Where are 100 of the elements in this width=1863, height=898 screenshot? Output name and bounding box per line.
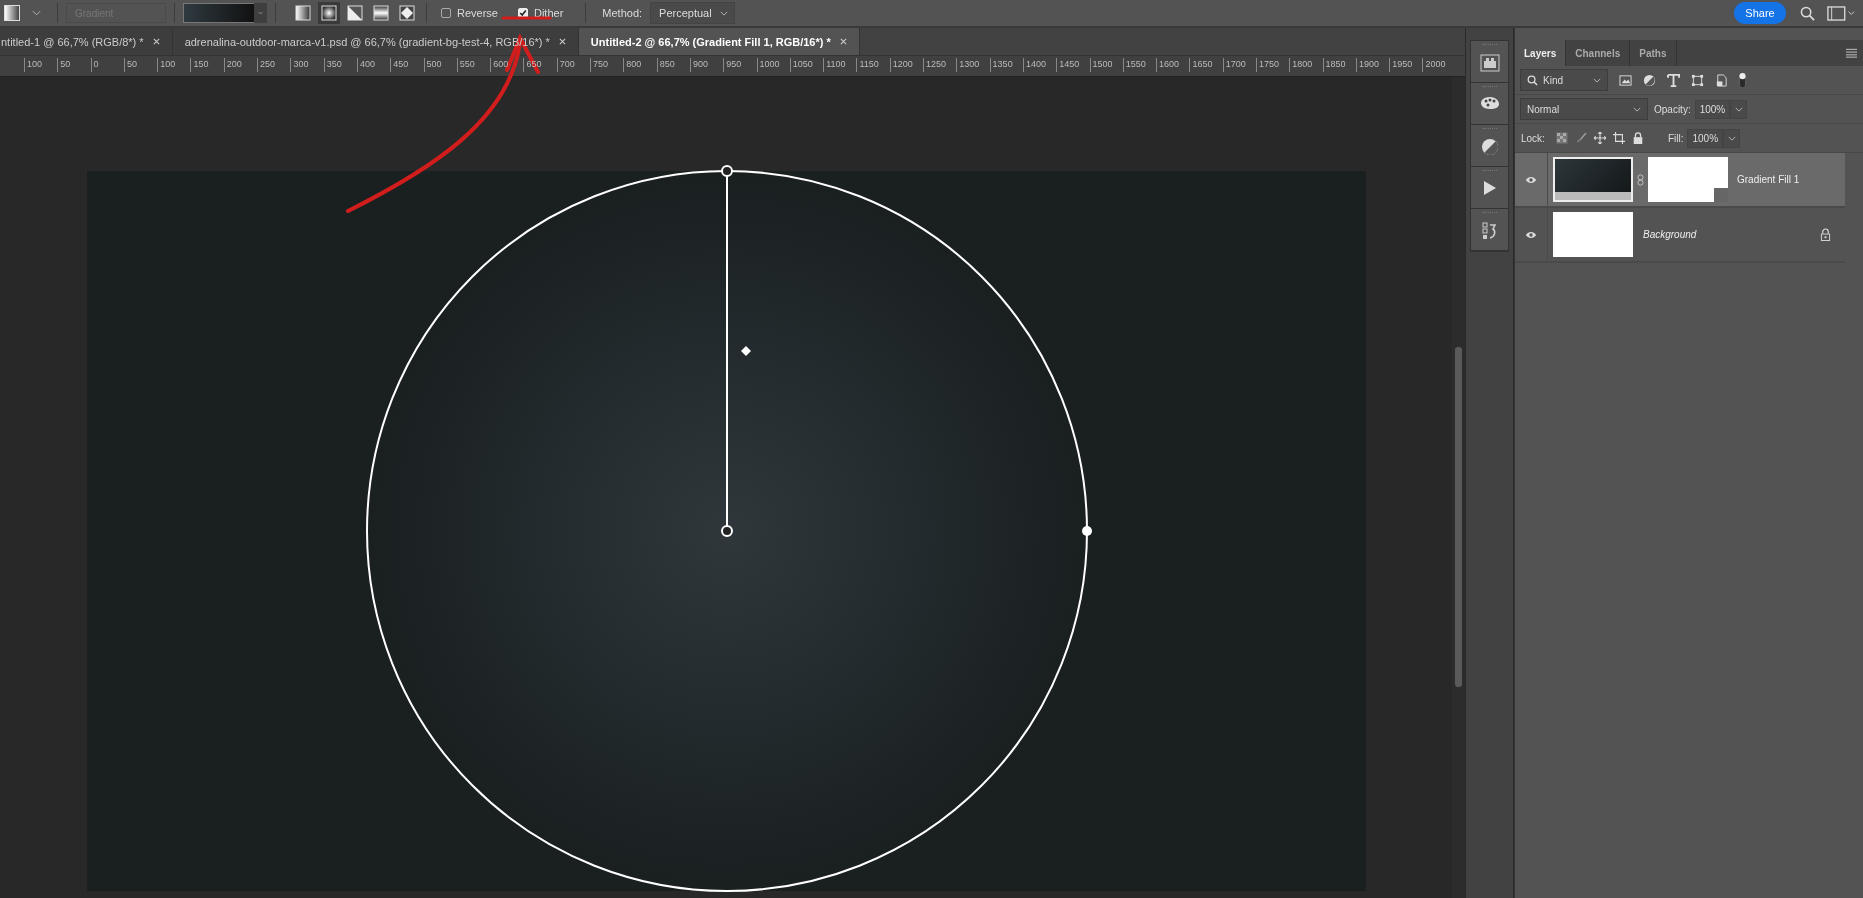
- eye-icon[interactable]: [1525, 230, 1537, 239]
- share-button[interactable]: Share: [1734, 2, 1786, 24]
- shape-filter-icon[interactable]: [1691, 73, 1704, 87]
- gradient-handle[interactable]: [721, 165, 733, 177]
- ruler-label: 1750: [1256, 58, 1290, 72]
- lock-icon[interactable]: [1820, 228, 1831, 241]
- link-icon[interactable]: [1637, 173, 1644, 186]
- ruler-label: 1450: [1056, 58, 1090, 72]
- workspace-icon[interactable]: [1827, 5, 1855, 21]
- lock-label: Lock:: [1521, 132, 1545, 144]
- panel-tab[interactable]: Layers: [1515, 40, 1567, 66]
- menu-icon[interactable]: [1846, 48, 1857, 58]
- angle-gradient-button[interactable]: [344, 2, 366, 24]
- ruler-label: 400: [356, 58, 391, 72]
- caret-icon[interactable]: [1593, 77, 1601, 83]
- fill-field[interactable]: 100%: [1687, 128, 1724, 148]
- smart-object-filter-icon[interactable]: [1715, 73, 1728, 87]
- filter-dropdown[interactable]: Kind: [1520, 69, 1608, 91]
- close-icon[interactable]: [152, 38, 160, 45]
- ruler-label: 750: [590, 58, 624, 72]
- diamond-gradient-button[interactable]: [396, 2, 418, 24]
- caret-icon[interactable]: [1633, 106, 1641, 112]
- play-icon[interactable]: [1482, 180, 1497, 196]
- move-icon[interactable]: [1593, 132, 1606, 144]
- gradient-handle[interactable]: [1082, 526, 1092, 536]
- annotation-underline: [501, 16, 552, 20]
- ruler-label: 1400: [1022, 58, 1057, 72]
- ruler-label: 250: [257, 58, 291, 72]
- layer-row[interactable]: Gradient Fill 1: [1515, 153, 1845, 208]
- lock-icon[interactable]: [1631, 132, 1644, 144]
- ruler-label: 1500: [1089, 58, 1123, 72]
- document-tab[interactable]: Untitled-2 @ 66,7% (Gradient Fill 1, RGB/16*) *: [578, 28, 860, 55]
- ruler-label: 50: [123, 58, 158, 72]
- linear-gradient-button[interactable]: [292, 2, 314, 24]
- caret-icon[interactable]: [719, 10, 728, 16]
- layer-name[interactable]: Gradient Fill 1: [1737, 174, 1800, 185]
- document-tab[interactable]: ntitled-1 @ 66,7% (RGB/8*) *: [0, 28, 173, 55]
- caret-icon[interactable]: [1727, 135, 1736, 141]
- layer-mask-thumbnail[interactable]: [1648, 157, 1728, 202]
- ruler-label: 50: [57, 58, 91, 72]
- ruler-label: 1150: [856, 58, 890, 72]
- close-icon[interactable]: [558, 38, 566, 45]
- search-icon[interactable]: [1800, 5, 1815, 21]
- panel-tab[interactable]: Paths: [1630, 40, 1677, 66]
- ruler-label: 350: [323, 58, 357, 72]
- search-icon[interactable]: [1527, 74, 1538, 86]
- ruler-label: 450: [390, 58, 424, 72]
- filter-toggle[interactable]: [1739, 71, 1746, 89]
- checkbox[interactable]: [441, 8, 451, 18]
- crop-icon[interactable]: [1612, 132, 1625, 144]
- layer-name[interactable]: Background: [1643, 229, 1697, 240]
- blend-mode-dropdown[interactable]: Normal: [1520, 98, 1648, 120]
- ruler-label: 0: [90, 58, 124, 72]
- brush-icon[interactable]: [1574, 132, 1587, 144]
- caret-icon[interactable]: [1734, 106, 1743, 112]
- ruler-label: 1900: [1355, 58, 1390, 72]
- adjustment-filter-icon[interactable]: [1643, 73, 1656, 87]
- type-filter-icon[interactable]: [1667, 73, 1680, 87]
- caret-icon[interactable]: [32, 10, 41, 16]
- lock-pixels-icon[interactable]: [1555, 132, 1568, 144]
- image-filter-icon[interactable]: [1619, 73, 1632, 87]
- layer-row[interactable]: Background: [1515, 208, 1845, 263]
- ruler-label: 1600: [1156, 58, 1190, 72]
- ruler-label: 500: [423, 58, 457, 72]
- ruler-label: 1700: [1222, 58, 1256, 72]
- adjustments-icon[interactable]: [1480, 138, 1499, 156]
- method-label: Method:: [602, 7, 643, 19]
- ruler-label: 950: [723, 58, 757, 72]
- scrollbar-thumb[interactable]: [1455, 347, 1462, 687]
- opacity-field[interactable]: 100%: [1694, 99, 1731, 119]
- opacity-label: Opacity:: [1654, 103, 1691, 115]
- ruler-label: 1950: [1389, 58, 1423, 72]
- ruler-label: 300: [290, 58, 324, 72]
- eye-icon[interactable]: [1525, 175, 1537, 184]
- ruler-label: 1800: [1289, 58, 1323, 72]
- ruler-label: 150: [190, 58, 224, 72]
- reflected-gradient-button[interactable]: [370, 2, 392, 24]
- layer-thumbnail[interactable]: [1553, 157, 1633, 202]
- gradient-tool-icon[interactable]: [4, 5, 20, 21]
- close-icon[interactable]: [839, 38, 847, 45]
- history-icon[interactable]: [1481, 222, 1498, 240]
- ruler-label: 700: [556, 58, 591, 72]
- midpoint-diamond[interactable]: [741, 346, 751, 356]
- panel-tab[interactable]: Channels: [1566, 40, 1631, 66]
- library-icon[interactable]: [1479, 54, 1500, 72]
- layer-thumbnail[interactable]: [1553, 212, 1633, 257]
- ruler-label: 1300: [956, 58, 990, 72]
- ruler-label: 1650: [1189, 58, 1223, 72]
- fill-label: Fill:: [1667, 132, 1684, 144]
- gradient-handle[interactable]: [721, 525, 733, 537]
- option-label: Reverse: [457, 7, 498, 19]
- gradient-swatch[interactable]: [183, 3, 255, 23]
- ruler-label: 1000: [756, 58, 790, 72]
- method-dropdown[interactable]: Perceptual: [650, 2, 735, 24]
- option-label: Dither: [533, 7, 564, 19]
- ruler-label: 600: [490, 58, 524, 72]
- ruler-label: 800: [623, 58, 657, 72]
- radial-gradient-button[interactable]: [318, 2, 340, 24]
- palette-icon[interactable]: [1479, 96, 1500, 110]
- ruler-label: 1350: [989, 58, 1023, 72]
